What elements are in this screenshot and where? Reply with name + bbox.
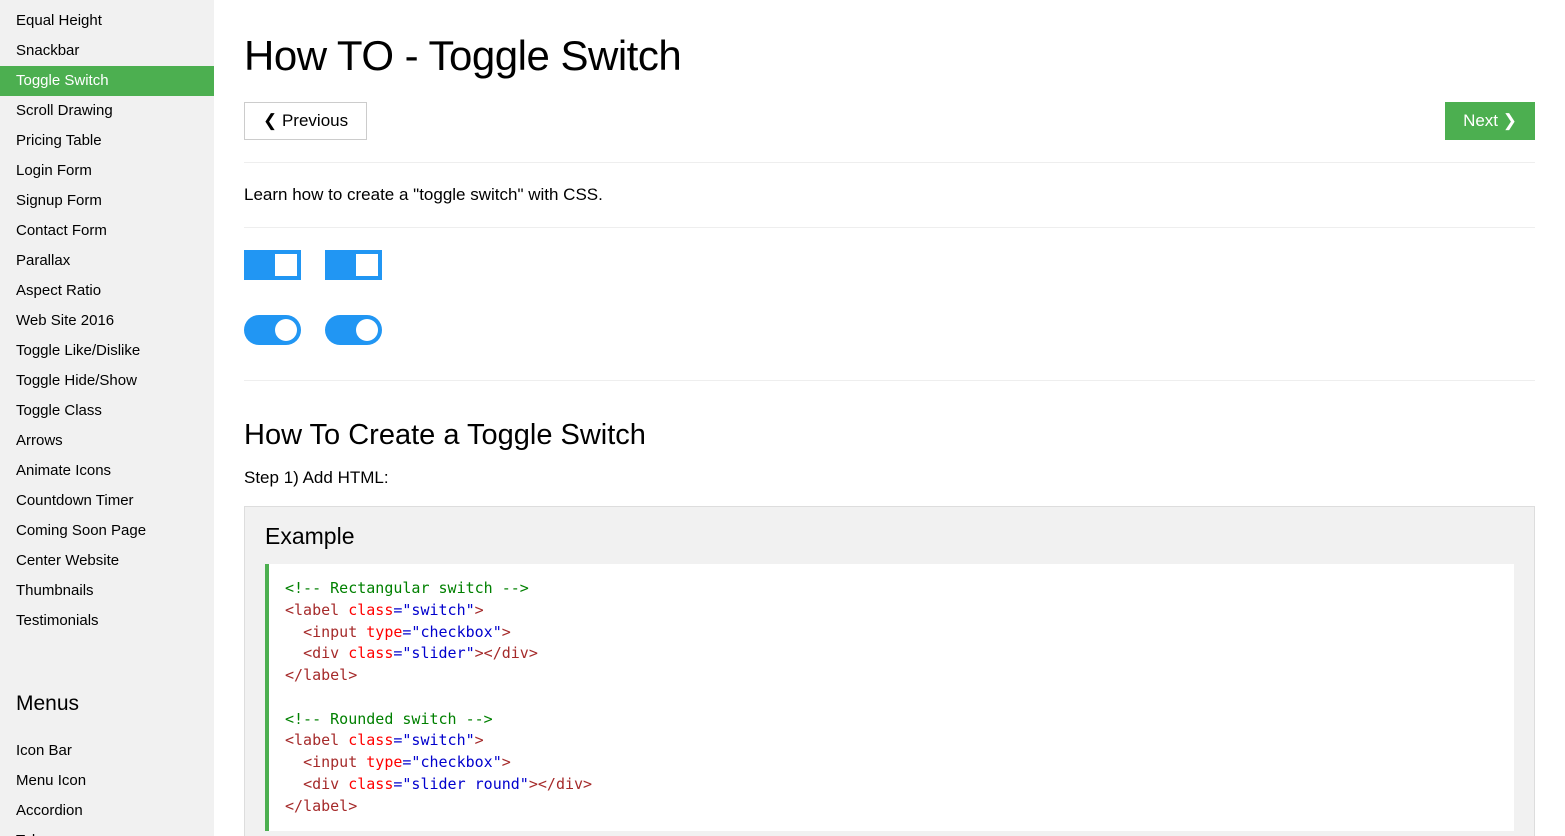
divider bbox=[244, 227, 1535, 228]
sidebar-item-scroll-drawing[interactable]: Scroll Drawing bbox=[0, 96, 214, 126]
sidebar-item-parallax[interactable]: Parallax bbox=[0, 246, 214, 276]
sidebar-item-toggle-hide-show[interactable]: Toggle Hide/Show bbox=[0, 366, 214, 396]
step-1-label: Step 1) Add HTML: bbox=[244, 468, 1535, 488]
example-title: Example bbox=[265, 523, 1514, 550]
sidebar-item-center-website[interactable]: Center Website bbox=[0, 546, 214, 576]
sidebar-item-tabs[interactable]: Tabs bbox=[0, 826, 214, 836]
sidebar-item-login-form[interactable]: Login Form bbox=[0, 156, 214, 186]
divider bbox=[244, 380, 1535, 381]
page-title: How TO - Toggle Switch bbox=[244, 32, 1535, 80]
sidebar-item-aspect-ratio[interactable]: Aspect Ratio bbox=[0, 276, 214, 306]
sidebar-item-toggle-class[interactable]: Toggle Class bbox=[0, 396, 214, 426]
nav-buttons: ❮ Previous Next ❯ bbox=[244, 102, 1535, 140]
sidebar: Equal HeightSnackbarToggle SwitchScroll … bbox=[0, 0, 214, 836]
sidebar-item-toggle-switch[interactable]: Toggle Switch bbox=[0, 66, 214, 96]
sidebar-item-animate-icons[interactable]: Animate Icons bbox=[0, 456, 214, 486]
toggle-switch-round-on[interactable] bbox=[244, 315, 301, 345]
sidebar-item-web-site-2016[interactable]: Web Site 2016 bbox=[0, 306, 214, 336]
sidebar-item-menu-icon[interactable]: Menu Icon bbox=[0, 766, 214, 796]
sidebar-item-snackbar[interactable]: Snackbar bbox=[0, 36, 214, 66]
sidebar-item-coming-soon-page[interactable]: Coming Soon Page bbox=[0, 516, 214, 546]
sidebar-item-pricing-table[interactable]: Pricing Table bbox=[0, 126, 214, 156]
toggle-switch-round-on-2[interactable] bbox=[325, 315, 382, 345]
sidebar-heading-menus: Menus bbox=[0, 674, 214, 720]
example-box: Example <!-- Rectangular switch --> <lab… bbox=[244, 506, 1535, 836]
toggle-switch-rect-on[interactable] bbox=[244, 250, 301, 280]
sidebar-item-thumbnails[interactable]: Thumbnails bbox=[0, 576, 214, 606]
sidebar-item-testimonials[interactable]: Testimonials bbox=[0, 606, 214, 636]
sidebar-item-arrows[interactable]: Arrows bbox=[0, 426, 214, 456]
previous-button[interactable]: ❮ Previous bbox=[244, 102, 367, 140]
sidebar-item-toggle-like-dislike[interactable]: Toggle Like/Dislike bbox=[0, 336, 214, 366]
sidebar-item-signup-form[interactable]: Signup Form bbox=[0, 186, 214, 216]
intro-text: Learn how to create a "toggle switch" wi… bbox=[244, 185, 1535, 205]
toggle-switch-rect-on-2[interactable] bbox=[325, 250, 382, 280]
code-block: <!-- Rectangular switch --> <label class… bbox=[265, 564, 1514, 831]
sidebar-item-accordion[interactable]: Accordion bbox=[0, 796, 214, 826]
section-heading: How To Create a Toggle Switch bbox=[244, 419, 1535, 452]
sidebar-item-equal-height[interactable]: Equal Height bbox=[0, 6, 214, 36]
sidebar-item-countdown-timer[interactable]: Countdown Timer bbox=[0, 486, 214, 516]
main-content: How TO - Toggle Switch ❮ Previous Next ❯… bbox=[214, 0, 1565, 836]
sidebar-item-contact-form[interactable]: Contact Form bbox=[0, 216, 214, 246]
next-button[interactable]: Next ❯ bbox=[1445, 102, 1535, 140]
divider bbox=[244, 162, 1535, 163]
rectangular-switch-row bbox=[244, 250, 1535, 285]
sidebar-item-icon-bar[interactable]: Icon Bar bbox=[0, 736, 214, 766]
round-switch-row bbox=[244, 315, 1535, 350]
